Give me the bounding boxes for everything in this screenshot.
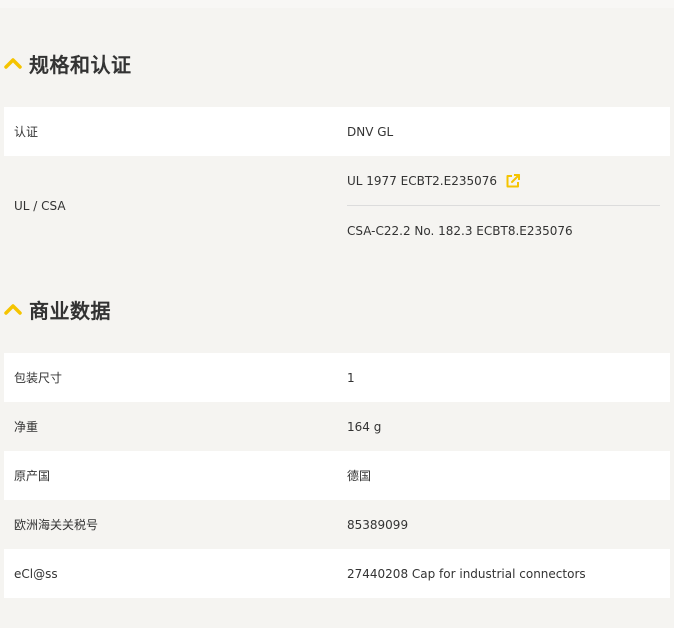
ul-cert-link[interactable]: UL 1977 ECBT2.E235076 [347, 173, 521, 189]
ul-cert-text: UL 1977 ECBT2.E235076 [347, 173, 497, 188]
row-label: eCl@ss [14, 566, 58, 581]
row-label: 净重 [14, 420, 39, 434]
chevron-up-icon [4, 304, 22, 315]
row-value: 85389099 [347, 517, 409, 532]
row-label: 包装尺寸 [14, 371, 63, 385]
specs-table: 认证 DNV GL UL / CSA UL 1977 ECBT2.E235076… [4, 107, 670, 255]
row-value-list: UL 1977 ECBT2.E235076 CSA-C22.2 No. 182.… [337, 156, 670, 255]
table-row: 净重 164 g [4, 402, 670, 451]
csa-cert-text: CSA-C22.2 No. 182.3 ECBT8.E235076 [347, 223, 573, 238]
row-value: 德国 [347, 469, 372, 483]
row-label: 原产国 [14, 469, 51, 483]
row-value: 1 [347, 370, 355, 385]
row-label: UL / CSA [14, 198, 66, 213]
commercial-section-title: 商业数据 [29, 298, 111, 323]
chevron-up-icon [4, 58, 22, 69]
table-row: 认证 DNV GL [4, 107, 670, 156]
top-strip [0, 0, 674, 8]
row-value: 164 g [347, 419, 382, 434]
commercial-table: 包装尺寸 1 净重 164 g 原产国 德国 欧洲海关关税号 85389099 … [4, 353, 670, 598]
row-value: 27440208 Cap for industrial connectors [347, 566, 586, 581]
table-row: 欧洲海关关税号 85389099 [4, 500, 670, 549]
table-row: 包装尺寸 1 [4, 353, 670, 402]
table-row: eCl@ss 27440208 Cap for industrial conne… [4, 549, 670, 598]
table-row: UL / CSA UL 1977 ECBT2.E235076 CSA-C22.2… [4, 156, 670, 255]
specs-section-title: 规格和认证 [29, 52, 132, 77]
csa-cert-item: CSA-C22.2 No. 182.3 ECBT8.E235076 [347, 205, 660, 255]
row-label: 认证 [14, 125, 39, 139]
row-value: DNV GL [347, 124, 394, 139]
commercial-section-header[interactable]: 商业数据 [4, 294, 111, 324]
row-label: 欧洲海关关税号 [14, 518, 99, 532]
table-row: 原产国 德国 [4, 451, 670, 500]
external-link-icon[interactable] [505, 173, 521, 189]
ul-cert-item: UL 1977 ECBT2.E235076 [347, 156, 660, 205]
specs-section-header[interactable]: 规格和认证 [4, 48, 132, 78]
